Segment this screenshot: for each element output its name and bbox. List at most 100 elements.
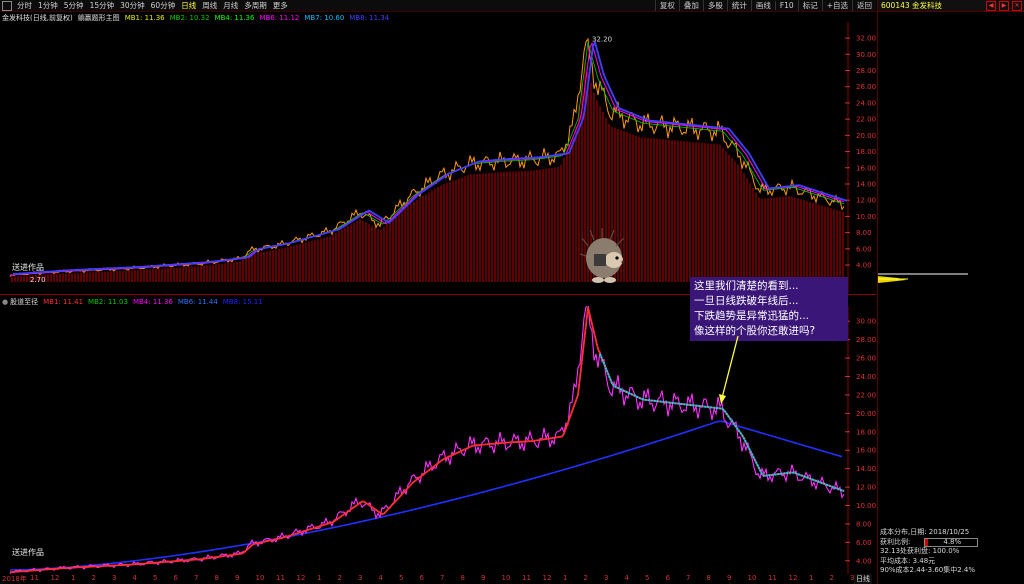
main-indicator-name[interactable]: 躺赢题形主图 [78,13,120,23]
toolbar-button-8[interactable]: 返回 [852,0,876,11]
y-tick-label: 18.00 [856,428,876,436]
period-tab-9[interactable]: 多周期 [241,0,270,11]
period-tab-1[interactable]: 1分钟 [35,0,61,11]
y-tick-label: 10.00 [856,213,876,221]
switch-left-icon[interactable]: ◀ [986,0,996,11]
y-tick-label: 16.00 [856,447,876,455]
toolbar-button-5[interactable]: F10 [774,1,798,10]
x-tick-11: 10 [255,574,265,582]
avg-cost: 平均成本: 3.48元 [880,556,936,565]
y-tick-label: 8.00 [856,229,872,237]
y-tick-label: 6.00 [856,539,872,547]
y-tick-label: 4.00 [856,557,872,565]
mascot-hedgehog-icon [580,228,625,283]
right-toolbar: 复权 叠加 多股 统计 画线 F10 标记 +自选 返回 [654,0,876,11]
y-tick-label: 12.00 [856,484,876,492]
y-tick-label: 28.00 [856,67,876,75]
price-line [9,37,845,277]
sub-ma-label-3: MB6: 11.44 [177,297,218,306]
y-tick-label: 28.00 [856,336,876,344]
x-tick-19: 6 [419,574,424,582]
toolbar-button-6[interactable]: 标记 [797,0,822,11]
x-tick-29: 4 [624,574,629,582]
toolbar-button-7[interactable]: +自选 [821,0,852,11]
y-tick-label: 22.00 [856,391,876,399]
watermark-sub: 送进作品 [12,548,44,557]
period-label[interactable]: 日线 [854,574,872,584]
stock-header: 600143 金发科技 ◀ ▶ ✕ [878,0,1024,12]
period-tab-0[interactable]: 分时 [14,0,35,11]
x-tick-5: 4 [132,574,137,582]
peak-label: 32.20 [592,35,612,43]
x-tick-18: 5 [399,574,404,582]
x-tick-6: 5 [153,574,158,582]
y-tick-label: 20.00 [856,132,876,140]
period-tab-7[interactable]: 周线 [199,0,220,11]
profit-line: 32.13处获利盘: 100.0% [880,547,960,555]
x-tick-30: 5 [645,574,650,582]
y-tick-label: 14.00 [856,465,876,473]
y-tick-label: 16.00 [856,164,876,172]
ma-line-magenta [9,41,845,276]
toolbar-button-3[interactable]: 统计 [726,0,751,11]
main-price-chart[interactable]: 32.00 30.00 28.00 26.00 24.00 22.00 20.00 18.00… [0,22,876,294]
annotation-line-1: 一旦日线跌破年线后... [694,295,799,307]
window-icon[interactable] [2,0,12,11]
sub-indicator-chart[interactable]: 30.00 28.00 26.00 24.00 22.00 20.00 18.00 16.00… [0,306,876,574]
period-tab-10[interactable]: 更多 [270,0,291,11]
cost-title: 成本分布,日期: 2018/10/25 [880,528,970,536]
y-tick-label: 24.00 [856,99,876,107]
period-tab-2[interactable]: 5分钟 [61,0,87,11]
ma-line-green [9,42,845,276]
y-tick-label: 18.00 [856,148,876,156]
toolbar-button-1[interactable]: 叠加 [678,0,703,11]
period-tab-3[interactable]: 15分钟 [87,0,118,11]
sub-indicator-name[interactable]: 股道至径 [10,297,38,307]
y-tick-label: 22.00 [856,116,876,124]
x-tick-16: 3 [358,574,363,582]
year-line [9,420,843,571]
y-tick-label: 6.00 [856,245,872,253]
main-ma-label-1: MB2: 10.32 [169,13,210,22]
annotation-arrow [719,335,739,404]
period-tab-6[interactable]: 日线 [178,0,199,11]
y-tick-label: 8.00 [856,520,872,528]
x-tick-14: 1 [317,574,322,582]
toolbar-button-0[interactable]: 复权 [654,0,679,11]
x-tick-26: 1 [563,574,568,582]
y-tick-label: 30.00 [856,318,876,326]
main-ma-label-2: MB4: 11.36 [214,13,255,22]
switch-right-icon[interactable]: ▶ [999,0,1009,11]
x-tick-9: 8 [214,574,219,582]
close-icon[interactable]: ✕ [1012,0,1022,11]
sub-ma-label-2: MB4: 11.36 [132,297,173,306]
x-tick-3: 2 [91,574,96,582]
x-axis-year: 2018年 [2,575,27,583]
y-tick-label: 20.00 [856,410,876,418]
cost-distribution-chips [878,273,968,283]
x-tick-0: 11 [30,574,39,582]
y-tick-label: 26.00 [856,83,876,91]
stock-code-name: 600143 金发科技 [881,1,943,10]
y-tick-label: 14.00 [856,180,876,188]
main-ma-label-5: MB8: 11.34 [349,13,390,22]
period-tab-5[interactable]: 60分钟 [148,0,179,11]
period-tab-8[interactable]: 月线 [220,0,241,11]
x-tick-12: 11 [276,574,285,582]
x-axis: 2018年 11 12 1 2 3 4 5 6 7 8 9 10 11 12 1 2 3 4 5 6 7 8 9 10 11 12… [0,574,876,584]
period-tabs: 分时 1分钟 5分钟 15分钟 30分钟 60分钟 日线 周线 月线 多周期 更多 [14,0,291,11]
ma-line-blue [12,39,848,275]
x-tick-22: 9 [481,574,486,582]
x-tick-32: 7 [686,574,691,582]
x-tick-24: 11 [522,574,531,582]
toolbar-button-4[interactable]: 画线 [750,0,775,11]
cost-range: 90%成本2.44-3.60集中2.4% [880,566,976,574]
x-tick-15: 2 [337,574,342,582]
sub-ma-label-0: MB1: 11.41 [43,297,84,306]
y-tick-label: 30.00 [856,51,876,59]
x-tick-37: 12 [788,574,798,582]
period-tab-4[interactable]: 30分钟 [117,0,148,11]
toolbar-button-2[interactable]: 多股 [702,0,727,11]
x-tick-35: 10 [747,574,757,582]
x-tick-4: 3 [112,574,117,582]
